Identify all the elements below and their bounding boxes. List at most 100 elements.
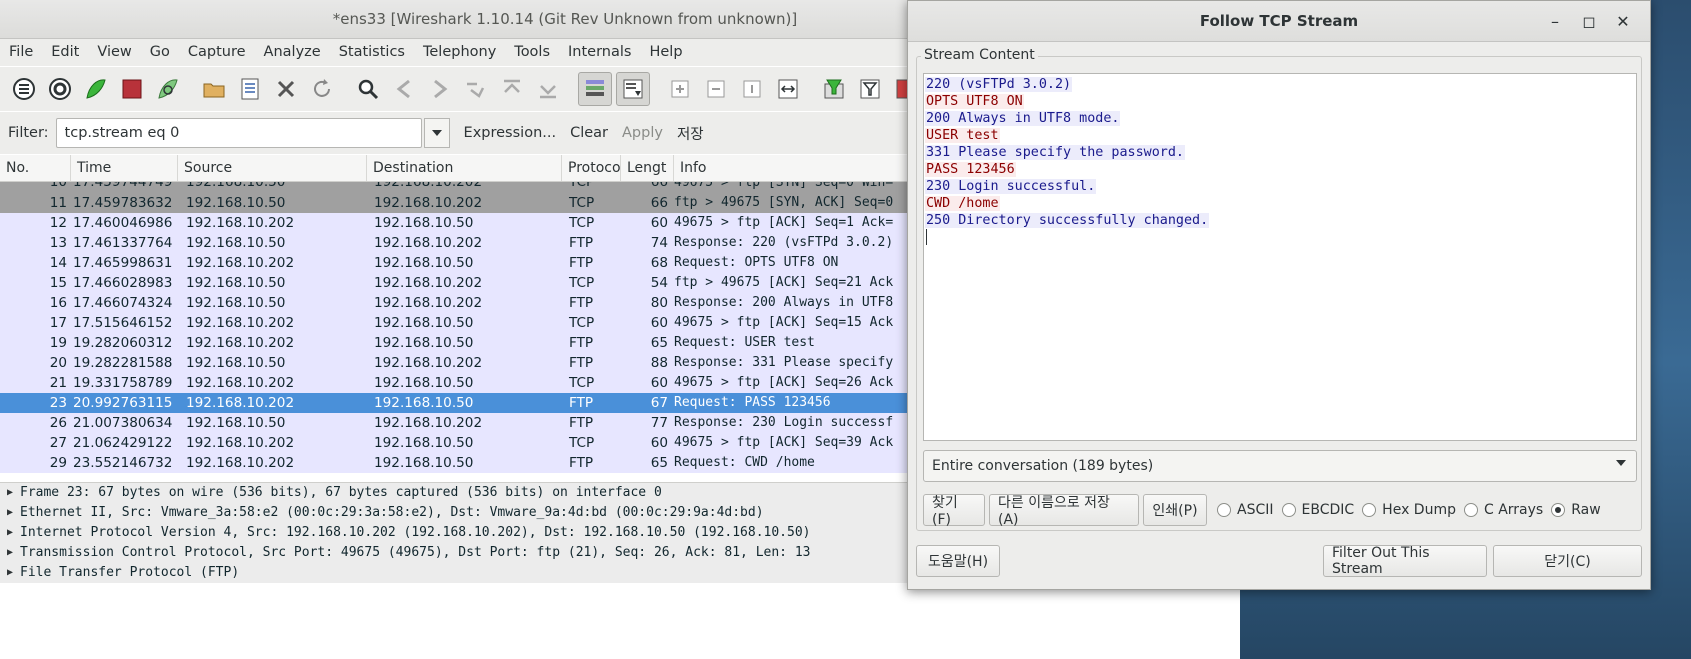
format-radio-label: C Arrays xyxy=(1483,502,1544,518)
format-radio-c-arrays[interactable]: C Arrays xyxy=(1463,502,1544,518)
menu-internals[interactable]: Internals xyxy=(559,39,640,66)
save-filter-button[interactable]: 저장 xyxy=(677,123,704,144)
expand-arrow-icon[interactable]: ▶ xyxy=(0,503,20,523)
restart-capture-icon[interactable] xyxy=(150,71,186,107)
zoom-out-icon[interactable] xyxy=(698,71,734,107)
filter-label: Filter: xyxy=(8,125,49,141)
menu-analyze[interactable]: Analyze xyxy=(255,39,330,66)
filter-out-stream-button[interactable]: Filter Out This Stream xyxy=(1323,545,1487,577)
stream-line-text: CWD /home xyxy=(925,196,1000,211)
go-back-icon[interactable] xyxy=(386,71,422,107)
packet-length: 66 xyxy=(650,182,668,190)
menu-help[interactable]: Help xyxy=(640,39,691,66)
column-time[interactable]: Time xyxy=(71,155,178,181)
stream-content-text[interactable]: 220 (vsFTPd 3.0.2) OPTS UTF8 ON 200 Always… xyxy=(923,73,1637,441)
save-file-icon[interactable] xyxy=(232,71,268,107)
expand-arrow-icon[interactable]: ▶ xyxy=(0,483,20,503)
clear-button[interactable]: Clear xyxy=(570,125,608,141)
packet-protocol: TCP xyxy=(569,182,595,190)
interfaces-icon[interactable] xyxy=(6,71,42,107)
minimize-icon[interactable]: – xyxy=(1538,12,1572,31)
menu-tools[interactable]: Tools xyxy=(505,39,559,66)
start-capture-icon[interactable] xyxy=(78,71,114,107)
auto-scroll-icon[interactable] xyxy=(616,72,650,106)
packet-destination: 192.168.10.50 xyxy=(374,255,474,271)
zoom-in-icon[interactable] xyxy=(662,71,698,107)
go-forward-icon[interactable] xyxy=(422,71,458,107)
packet-protocol: TCP xyxy=(569,195,595,211)
detail-tree-label: Internet Protocol Version 4, Src: 192.16… xyxy=(20,525,811,540)
first-packet-icon[interactable] xyxy=(494,71,530,107)
column-no[interactable]: No. xyxy=(0,155,71,181)
print-button[interactable]: 인쇄(P) xyxy=(1143,494,1207,526)
format-radio-ebcdic[interactable]: EBCDIC xyxy=(1281,502,1354,518)
radio-indicator-icon[interactable] xyxy=(1281,503,1296,517)
colorize-icon[interactable] xyxy=(578,72,612,106)
packet-source: 192.168.10.50 xyxy=(186,415,286,431)
expand-arrow-icon[interactable]: ▶ xyxy=(0,563,20,583)
find-button[interactable]: 찾기(F) xyxy=(923,494,985,528)
format-radio-raw[interactable]: Raw xyxy=(1551,502,1601,518)
display-filter-input[interactable] xyxy=(55,118,422,148)
save-as-button[interactable]: 다른 이름으로 저장(A) xyxy=(989,494,1139,528)
help-button[interactable]: 도움말(H) xyxy=(916,545,1000,577)
packet-destination: 192.168.10.50 xyxy=(374,435,474,451)
format-radio-label: Raw xyxy=(1571,502,1601,518)
menu-capture[interactable]: Capture xyxy=(179,39,255,66)
packet-time: 17.460046986 xyxy=(73,215,173,231)
menu-statistics[interactable]: Statistics xyxy=(330,39,414,66)
normal-size-icon[interactable] xyxy=(734,71,770,107)
packet-length: 60 xyxy=(650,315,668,331)
reload-icon[interactable] xyxy=(304,71,340,107)
packet-time: 19.282281588 xyxy=(73,355,173,371)
packet-time: 20.992763115 xyxy=(73,395,173,411)
column-destination[interactable]: Destination xyxy=(367,155,562,181)
display-filters-icon[interactable] xyxy=(852,71,888,107)
column-length[interactable]: Lengt xyxy=(621,155,674,181)
radio-indicator-icon[interactable] xyxy=(1551,503,1566,517)
close-icon[interactable]: ✕ xyxy=(1606,12,1640,31)
format-radio-ascii[interactable]: ASCII xyxy=(1217,502,1274,518)
find-packet-icon[interactable] xyxy=(350,71,386,107)
packet-protocol: FTP xyxy=(569,355,594,371)
format-radio-hex-dump[interactable]: Hex Dump xyxy=(1362,502,1456,518)
expand-arrow-icon[interactable]: ▶ xyxy=(0,523,20,543)
packet-no: 19 xyxy=(49,335,67,351)
menu-go[interactable]: Go xyxy=(141,39,179,66)
resize-columns-icon[interactable] xyxy=(770,71,806,107)
menu-telephony[interactable]: Telephony xyxy=(414,39,505,66)
close-file-icon[interactable] xyxy=(268,71,304,107)
dialog-titlebar[interactable]: Follow TCP Stream – ◻ ✕ xyxy=(908,1,1650,42)
menu-file[interactable]: File xyxy=(0,39,42,66)
apply-button[interactable]: Apply xyxy=(622,125,663,141)
options-icon[interactable] xyxy=(42,71,78,107)
menu-view[interactable]: View xyxy=(88,39,140,66)
packet-no: 29 xyxy=(49,455,67,471)
packet-source: 192.168.10.50 xyxy=(186,182,286,190)
stop-capture-icon[interactable] xyxy=(114,71,150,107)
expand-arrow-icon[interactable]: ▶ xyxy=(0,543,20,563)
packet-length: 67 xyxy=(650,395,668,411)
close-dialog-button[interactable]: 닫기(C) xyxy=(1493,545,1642,577)
packet-time: 21.062429122 xyxy=(73,435,173,451)
last-packet-icon[interactable] xyxy=(530,71,566,107)
format-radio-label: ASCII xyxy=(1237,502,1274,518)
radio-indicator-icon[interactable] xyxy=(1362,503,1377,517)
go-to-packet-icon[interactable] xyxy=(458,71,494,107)
maximize-icon[interactable]: ◻ xyxy=(1572,12,1606,31)
packet-time: 23.552146732 xyxy=(73,455,173,471)
expression-button[interactable]: Expression... xyxy=(464,125,557,141)
radio-indicator-icon[interactable] xyxy=(1463,503,1478,517)
capture-filters-icon[interactable] xyxy=(816,71,852,107)
radio-indicator-icon[interactable] xyxy=(1217,503,1231,517)
column-protocol[interactable]: Protoco xyxy=(562,155,621,181)
filter-history-dropdown[interactable] xyxy=(423,118,450,148)
conversation-select[interactable]: Entire conversation (189 bytes) xyxy=(923,450,1637,482)
stream-line-text: USER test xyxy=(925,128,1000,143)
column-source[interactable]: Source xyxy=(178,155,367,181)
open-file-icon[interactable] xyxy=(196,71,232,107)
menu-edit[interactable]: Edit xyxy=(42,39,88,66)
stream-line-text: 331 Please specify the password. xyxy=(925,145,1185,160)
window-title: *ens33 [Wireshark 1.10.14 (Git Rev Unkno… xyxy=(332,10,798,28)
server-stream-line: 220 (vsFTPd 3.0.2) xyxy=(925,76,1635,93)
